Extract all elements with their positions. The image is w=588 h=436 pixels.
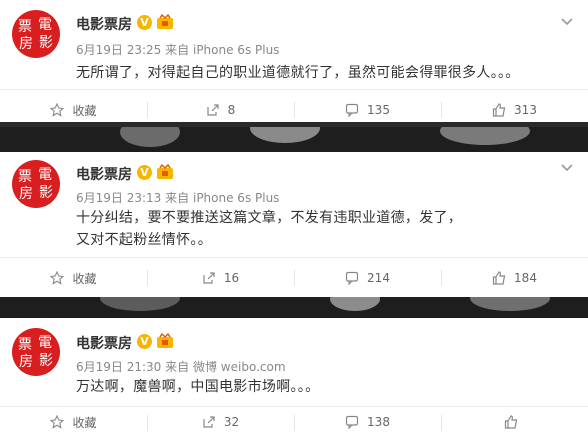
post-card: 票 電 房 影 电影票房 V 6月19日 23:13 来自 iPhone 6s … xyxy=(0,152,588,297)
post-card: 票 電 房 影 电影票房 V 6月19日 21:30 来自 微博 weibo.c… xyxy=(0,318,588,436)
post-content: 万达啊，魔兽啊，中国电影市场啊。。。 xyxy=(76,379,320,395)
avatar-char: 房 xyxy=(19,36,33,52)
avatar-char: 電 xyxy=(38,17,52,33)
post-source[interactable]: 微博 weibo.com xyxy=(193,360,286,374)
repost-button[interactable]: 16 xyxy=(147,258,294,297)
repost-icon xyxy=(202,271,216,285)
like-count: 313 xyxy=(514,103,537,117)
comment-count: 214 xyxy=(367,271,390,285)
avatar-seal-icon: 票 電 房 影 xyxy=(18,167,53,202)
avatar-char: 房 xyxy=(19,186,33,202)
avatar-seal-icon: 票 電 房 影 xyxy=(18,335,53,370)
username[interactable]: 电影票房 xyxy=(76,14,132,34)
star-icon xyxy=(50,103,65,117)
photo-fragment xyxy=(120,127,180,147)
avatar-char: 影 xyxy=(39,185,53,201)
repost-icon xyxy=(202,415,216,429)
avatar-char: 影 xyxy=(39,35,53,51)
comment-count: 138 xyxy=(367,415,390,429)
repost-count: 32 xyxy=(223,415,240,429)
favorite-button[interactable]: 收藏 xyxy=(0,90,147,122)
repost-button[interactable]: 32 xyxy=(147,407,294,436)
repost-count: 8 xyxy=(227,103,236,117)
verified-icon: V xyxy=(137,334,152,349)
post-time[interactable]: 6月19日 21:30 xyxy=(76,360,161,374)
post-source[interactable]: iPhone 6s Plus xyxy=(193,43,279,57)
avatar-char: 電 xyxy=(38,335,52,351)
avatar-char: 影 xyxy=(39,353,53,369)
verified-icon: V xyxy=(137,165,152,180)
member-icon[interactable] xyxy=(156,333,174,349)
chevron-down-icon[interactable] xyxy=(560,160,574,174)
comment-count: 135 xyxy=(367,103,390,117)
action-bar: 收藏 8 135 313 xyxy=(0,89,588,122)
post-content: 十分纠结，要不要推送这篇文章，不发有违职业道德，发了，又对不起粉丝情怀。。 xyxy=(76,210,463,248)
post-time[interactable]: 6月19日 23:13 xyxy=(76,191,161,205)
photo-fragment xyxy=(100,297,180,311)
repost-button[interactable]: 8 xyxy=(147,90,294,122)
source-prefix: 来自 xyxy=(165,360,190,374)
avatar-char: 票 xyxy=(18,19,32,35)
source-prefix: 来自 xyxy=(165,43,190,57)
star-icon xyxy=(50,271,65,285)
post-source[interactable]: iPhone 6s Plus xyxy=(193,191,279,205)
thumbs-up-icon xyxy=(504,415,518,429)
action-bar: 收藏 32 138 xyxy=(0,406,588,436)
comment-icon xyxy=(345,415,359,429)
chevron-down-icon[interactable] xyxy=(560,14,574,28)
member-icon[interactable] xyxy=(156,14,174,30)
verified-icon: V xyxy=(137,15,152,30)
like-count: 184 xyxy=(514,271,537,285)
username[interactable]: 电影票房 xyxy=(76,164,132,184)
thumbs-up-icon xyxy=(492,271,506,285)
photo-fragment xyxy=(250,127,320,143)
comment-button[interactable]: 138 xyxy=(294,407,441,436)
post-time[interactable]: 6月19日 23:25 xyxy=(76,43,161,57)
avatar-char: 房 xyxy=(19,354,33,370)
source-prefix: 来自 xyxy=(165,191,190,205)
avatar-char: 票 xyxy=(18,169,32,185)
repost-count: 16 xyxy=(223,271,240,285)
username[interactable]: 电影票房 xyxy=(76,333,132,353)
photo-fragment xyxy=(330,297,380,311)
avatar-char: 票 xyxy=(18,337,32,353)
comment-button[interactable]: 135 xyxy=(294,90,441,122)
favorite-button[interactable]: 收藏 xyxy=(0,407,147,436)
member-icon[interactable] xyxy=(156,164,174,180)
action-bar: 收藏 16 214 184 xyxy=(0,257,588,297)
like-button[interactable]: 313 xyxy=(441,90,588,122)
repost-icon xyxy=(206,103,220,117)
avatar[interactable]: 票 電 房 影 xyxy=(12,10,60,58)
image-strip xyxy=(0,127,588,152)
post-meta: 6月19日 21:30 来自 微博 weibo.com xyxy=(76,358,286,375)
avatar-seal-icon: 票 電 房 影 xyxy=(18,17,53,52)
like-button[interactable]: 184 xyxy=(441,258,588,297)
favorite-label: 收藏 xyxy=(72,103,97,118)
comment-icon xyxy=(345,103,359,117)
avatar-char: 電 xyxy=(38,167,52,183)
photo-fragment xyxy=(440,127,530,145)
like-button[interactable] xyxy=(441,407,588,436)
avatar[interactable]: 票 電 房 影 xyxy=(12,160,60,208)
post-card: 票 電 房 影 电影票房 V 6月19日 23:25 来自 iPhone 6s … xyxy=(0,0,588,122)
post-meta: 6月19日 23:25 来自 iPhone 6s Plus xyxy=(76,41,279,58)
post-content: 无所谓了，对得起自己的职业道德就行了，虽然可能会得罪很多人。。。 xyxy=(76,65,520,81)
post-meta: 6月19日 23:13 来自 iPhone 6s Plus xyxy=(76,189,279,206)
comment-icon xyxy=(345,271,359,285)
thumbs-up-icon xyxy=(492,103,506,117)
favorite-label: 收藏 xyxy=(72,415,97,430)
favorite-label: 收藏 xyxy=(72,271,97,286)
star-icon xyxy=(50,415,65,429)
image-strip xyxy=(0,297,588,318)
favorite-button[interactable]: 收藏 xyxy=(0,258,147,297)
comment-button[interactable]: 214 xyxy=(294,258,441,297)
photo-fragment xyxy=(470,297,550,311)
avatar[interactable]: 票 電 房 影 xyxy=(12,328,60,376)
weibo-feed: 票 電 房 影 电影票房 V 6月19日 23:25 来自 iPhone 6s … xyxy=(0,0,588,436)
